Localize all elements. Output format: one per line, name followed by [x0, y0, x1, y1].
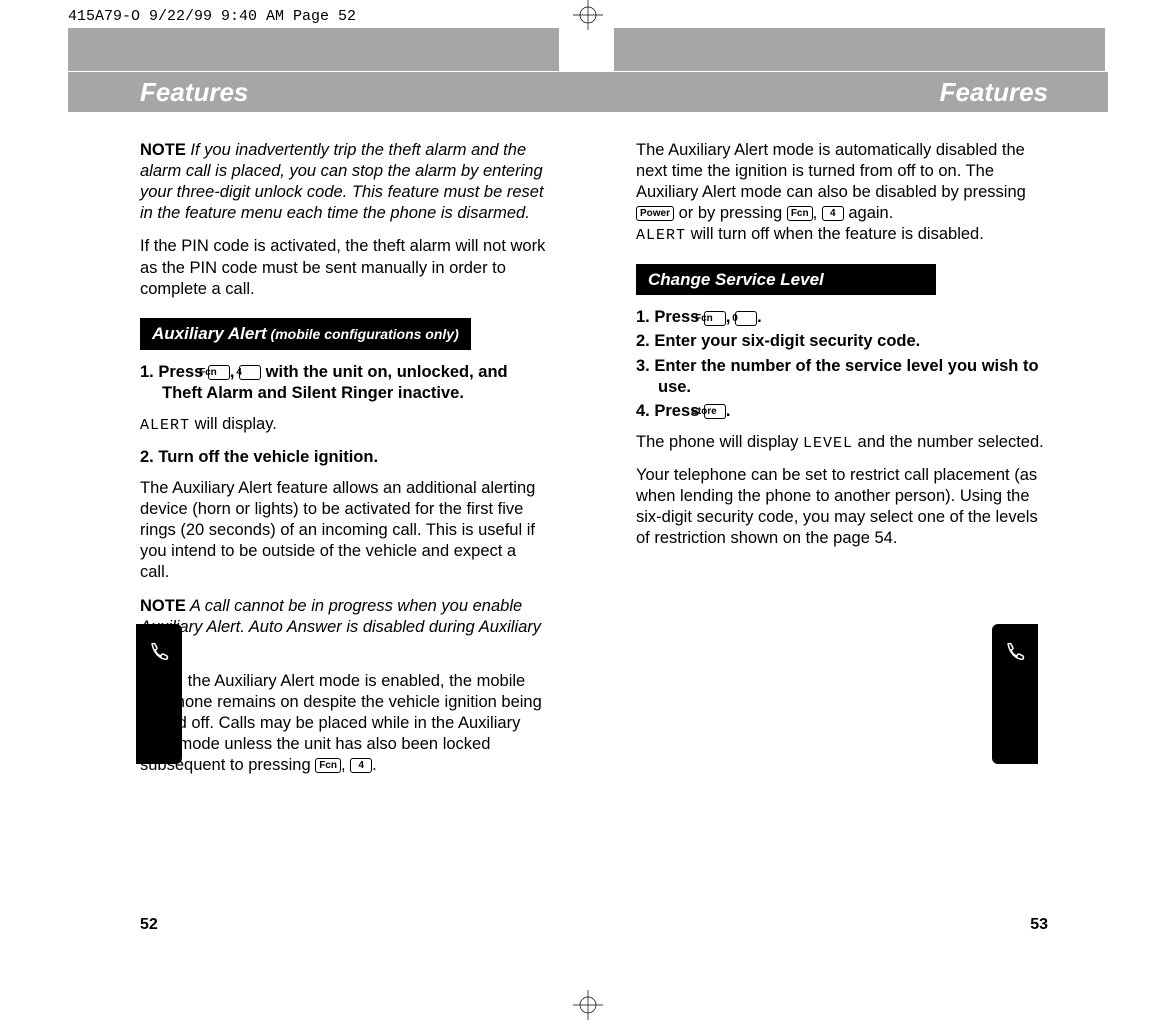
phone-icon	[1003, 640, 1027, 664]
key-fcn-icon: Fcn	[704, 311, 726, 326]
section-heading-auxiliary-alert: Auxiliary Alert (mobile configurations o…	[140, 318, 471, 350]
key-fcn-icon: Fcn	[208, 365, 230, 380]
key-4-icon: 4	[350, 758, 372, 773]
note-text: If you inadvertently trip the theft alar…	[140, 141, 544, 222]
page-right: Features The Auxiliary Alert mode is aut…	[588, 72, 1108, 952]
page-header: Features	[68, 72, 588, 112]
body-text: or by pressing	[674, 204, 787, 222]
body-text: and the number selected.	[853, 433, 1044, 451]
key-store-icon: Store	[704, 404, 726, 419]
step-item: 2. Enter your six-digit security code.	[636, 331, 1048, 352]
note-paragraph: NOTE If you inadvertently trip the theft…	[140, 140, 550, 224]
note-text: A call cannot be in progress when you en…	[140, 597, 541, 657]
page-title: Features	[940, 77, 1048, 108]
step-item: 2. Turn off the vehicle ignition.	[140, 447, 550, 468]
lcd-text: LEVEL	[803, 435, 853, 452]
key-0-icon: 0	[735, 311, 757, 326]
note-paragraph: NOTE A call cannot be in progress when y…	[140, 596, 550, 659]
body-text: will turn off when the feature is disabl…	[686, 225, 984, 243]
page-header: Features	[588, 72, 1108, 112]
step-item: 3. Enter the number of the service level…	[636, 356, 1048, 398]
body-text: ALERT will display.	[140, 414, 550, 435]
section-title: Change Service Level	[648, 270, 824, 289]
key-fcn-icon: Fcn	[787, 206, 813, 221]
thumb-tab	[136, 624, 182, 764]
step-text: .	[726, 402, 731, 420]
body-text: .	[372, 756, 377, 774]
registration-mark-bottom-icon	[573, 990, 603, 1025]
note-label: NOTE	[140, 141, 186, 159]
print-slug: 415A79-O 9/22/99 9:40 AM Page 52	[68, 8, 356, 25]
page-left: Features NOTE If you inadvertently trip …	[68, 72, 588, 952]
decorative-bar	[614, 28, 1105, 71]
body-text: Your telephone can be set to restrict ca…	[636, 465, 1048, 549]
body-text: When the Auxiliary Alert mode is enabled…	[140, 672, 542, 774]
key-fcn-icon: Fcn	[315, 758, 341, 773]
body-text: The phone will display LEVEL and the num…	[636, 432, 1048, 453]
note-label: NOTE	[140, 597, 186, 615]
page-content: The Auxiliary Alert mode is automaticall…	[588, 112, 1108, 550]
lcd-text: ALERT	[140, 417, 190, 434]
lcd-text: ALERT	[636, 227, 686, 244]
step-item: 1. Press Fcn, 4 with the unit on, unlock…	[140, 362, 550, 404]
body-text: When the Auxiliary Alert mode is enabled…	[140, 671, 550, 777]
step-item: 4. Press Store.	[636, 401, 1048, 422]
page-number: 52	[140, 916, 158, 934]
step-text: 1. Press	[140, 363, 208, 381]
key-power-icon: Power	[636, 206, 674, 221]
key-4-icon: 4	[822, 206, 844, 221]
section-heading-change-service-level: Change Service Level	[636, 264, 936, 296]
phone-icon	[147, 640, 171, 664]
section-title: Auxiliary Alert	[152, 324, 267, 343]
page-number: 53	[1030, 916, 1048, 934]
body-text: The Auxiliary Alert feature allows an ad…	[140, 478, 550, 584]
body-text: again.	[844, 204, 894, 222]
key-4-icon: 4	[239, 365, 261, 380]
body-text: If the PIN code is activated, the theft …	[140, 236, 550, 299]
body-text: The Auxiliary Alert mode is automaticall…	[636, 141, 1026, 201]
thumb-tab	[992, 624, 1038, 764]
body-text: will display.	[190, 415, 277, 433]
decorative-bar	[68, 28, 559, 71]
section-subtitle: (mobile configurations only)	[267, 326, 459, 342]
step-text: 1. Press	[636, 308, 704, 326]
step-item: 1. Press Fcn, 0.	[636, 307, 1048, 328]
body-text: The Auxiliary Alert mode is automaticall…	[636, 140, 1048, 246]
body-text: The phone will display	[636, 433, 803, 451]
step-text: .	[757, 308, 762, 326]
registration-mark-top-icon	[573, 0, 603, 35]
page-title: Features	[140, 77, 248, 108]
